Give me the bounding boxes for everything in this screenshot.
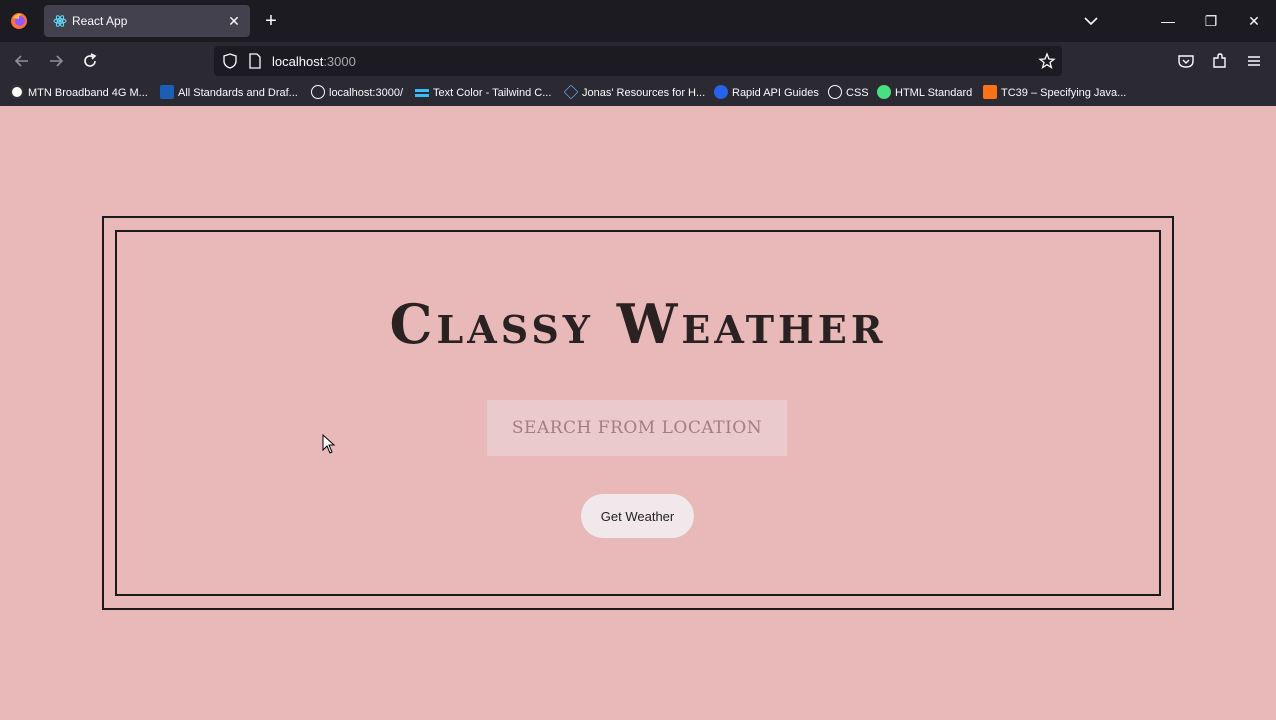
bookmark-item[interactable]: TC39 – Specifying Java... xyxy=(983,85,1126,101)
tab-bar: React App ✕ + — ❐ ✕ xyxy=(0,0,1276,42)
mtn-icon xyxy=(10,85,24,99)
bookmark-item[interactable]: localhost:3000/ xyxy=(311,85,403,101)
reload-icon[interactable] xyxy=(80,51,100,71)
globe-icon xyxy=(828,85,842,99)
get-weather-button[interactable]: Get Weather xyxy=(581,494,694,538)
react-icon xyxy=(53,15,67,27)
firefox-logo-icon[interactable] xyxy=(10,12,28,30)
bookmark-label: Text Color - Tailwind C... xyxy=(433,87,552,99)
bookmark-item[interactable]: MTN Broadband 4G M... xyxy=(10,85,148,101)
tab-title: React App xyxy=(72,14,128,28)
new-tab-button[interactable]: + xyxy=(260,10,282,32)
tc39-icon xyxy=(983,85,997,99)
close-window-button[interactable]: ✕ xyxy=(1242,10,1266,32)
bookmark-label: All Standards and Draf... xyxy=(178,87,298,99)
bookmark-item[interactable]: Jonas' Resources for H... xyxy=(563,84,706,101)
diamond-icon xyxy=(563,84,579,100)
bookmark-item[interactable]: All Standards and Draf... xyxy=(160,85,298,101)
tab-close-icon[interactable]: ✕ xyxy=(224,11,244,31)
bookmarks-toolbar: MTN Broadband 4G M... All Standards and … xyxy=(0,80,1276,106)
bookmark-label: CSS xyxy=(846,87,869,99)
menu-icon[interactable] xyxy=(1245,52,1263,70)
tailwind-icon xyxy=(415,85,429,99)
bookmark-item[interactable]: HTML Standard xyxy=(877,85,972,101)
bookmark-label: Jonas' Resources for H... xyxy=(582,87,706,99)
bookmark-label: Rapid API Guides xyxy=(732,87,819,99)
back-icon[interactable] xyxy=(12,51,32,71)
url-bar[interactable]: localhost:3000 xyxy=(214,46,1062,76)
forward-icon[interactable] xyxy=(46,51,66,71)
page-icon[interactable] xyxy=(248,53,262,69)
tab-react-app[interactable]: React App ✕ xyxy=(44,5,250,37)
bookmark-label: MTN Broadband 4G M... xyxy=(28,87,148,99)
extensions-icon[interactable] xyxy=(1211,52,1229,70)
navigation-toolbar: localhost:3000 xyxy=(0,42,1276,80)
url-host: localhost xyxy=(272,54,324,69)
bookmark-star-icon[interactable] xyxy=(1038,52,1056,70)
list-all-tabs-icon[interactable] xyxy=(1082,12,1100,30)
restore-button[interactable]: ❐ xyxy=(1199,10,1223,32)
bookmark-item[interactable]: Text Color - Tailwind C... xyxy=(415,85,551,101)
app-title: Classy Weather xyxy=(389,292,887,356)
bookmark-label: localhost:3000/ xyxy=(329,87,403,99)
globe-icon xyxy=(311,85,325,99)
bookmark-item[interactable]: Rapid API Guides xyxy=(714,85,819,101)
app-container: Classy Weather Get Weather xyxy=(115,230,1161,596)
url-text[interactable]: localhost:3000 xyxy=(272,54,356,69)
url-port: :3000 xyxy=(323,54,356,69)
bookmark-label: TC39 – Specifying Java... xyxy=(1001,87,1127,99)
pocket-icon[interactable] xyxy=(1177,52,1195,70)
bookmark-label: HTML Standard xyxy=(895,87,973,99)
html-standard-icon xyxy=(877,85,891,99)
mouse-cursor-icon xyxy=(322,434,336,454)
shield-icon[interactable] xyxy=(222,53,238,69)
bookmark-item[interactable]: CSS xyxy=(828,85,869,101)
location-search-input[interactable] xyxy=(487,400,787,456)
rapid-api-icon xyxy=(714,85,728,99)
outer-frame: Classy Weather Get Weather xyxy=(102,216,1174,610)
minimize-button[interactable]: — xyxy=(1156,10,1180,32)
w3c-icon xyxy=(160,85,174,99)
